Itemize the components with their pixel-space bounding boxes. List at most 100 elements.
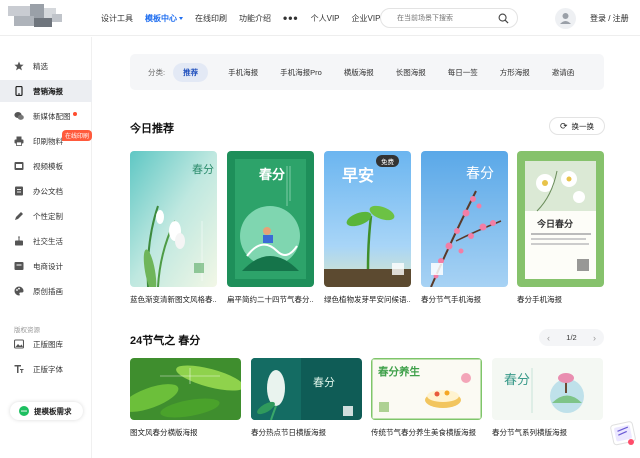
poster-text: 春分养生 [378, 365, 420, 378]
nav-personal-vip[interactable]: 个人VIP [311, 13, 340, 24]
poster-thumbnail: 春分 [251, 358, 362, 420]
landscape-template-title[interactable]: 传统节气春分养生美食横版海报 [371, 427, 476, 438]
template-card[interactable]: 今日春分 [517, 151, 604, 287]
landscape-template-title[interactable]: 春分热点节日横版海报 [251, 427, 326, 438]
sidebar-item-label: 新媒体配图 [33, 111, 71, 121]
sidebar-item-featured[interactable]: 精选 [0, 55, 92, 77]
more-icon[interactable]: ••• [283, 11, 299, 25]
landscape-template-title[interactable]: 春分节气系列横版海报 [492, 427, 567, 438]
poster-text: 春分 [258, 167, 285, 183]
category-daily-sign[interactable]: 每日一签 [448, 67, 478, 78]
main-nav: 设计工具 模板中心 在线印刷 功能介绍 ••• 个人VIP 企业VIP [101, 0, 392, 36]
landscape-template-card[interactable]: 春分养生 [371, 358, 482, 420]
template-card-title[interactable]: 蓝色渐变清新图文风格春... [130, 294, 217, 305]
category-mobile-poster[interactable]: 手机海报 [228, 67, 258, 78]
nav-online-print[interactable]: 在线印刷 [195, 13, 227, 24]
search-icon[interactable] [498, 13, 509, 24]
refresh-icon: ⟳ [559, 120, 568, 131]
site-logo[interactable] [8, 4, 72, 30]
sidebar-item-fonts[interactable]: 正版字体 [0, 358, 92, 380]
feedback-icon[interactable] [609, 418, 639, 448]
sidebar-item-label: 营销海报 [33, 86, 63, 96]
template-card[interactable]: 春分 [227, 151, 314, 287]
main-content: 分类: 推荐 手机海报 手机海报Pro 横版海报 长图海报 每日一签 方形海报 … [92, 37, 640, 458]
category-bar: 分类: 推荐 手机海报 手机海报Pro 横版海报 长图海报 每日一签 方形海报 … [130, 54, 604, 90]
nav-features[interactable]: 功能介绍 [239, 13, 271, 24]
chat-bubble-icon [19, 406, 29, 416]
printer-icon [14, 136, 24, 146]
pen-icon [15, 212, 23, 220]
font-icon [14, 365, 24, 373]
category-invitation[interactable]: 邀请函 [552, 67, 575, 78]
search-box [380, 8, 518, 28]
sidebar-item-custom[interactable]: 个性定制 [0, 205, 92, 227]
chevron-down-icon [179, 16, 183, 20]
sidebar-item-illustration[interactable]: 原创插画 [0, 280, 92, 302]
palette-icon [14, 286, 24, 296]
template-card-title[interactable]: 绿色植物发芽早安问候语... [324, 294, 411, 305]
nav-template-center[interactable]: 模板中心 [145, 13, 183, 24]
chat-icon [14, 112, 24, 120]
video-icon [14, 162, 24, 170]
search-input[interactable] [397, 12, 497, 25]
template-card[interactable]: 早安 免费 [324, 151, 411, 287]
template-card-title[interactable]: 扁平简约二十四节气春分... [227, 294, 314, 305]
sidebar-item-label: 正版字体 [33, 364, 63, 374]
landscape-template-card[interactable] [130, 358, 241, 420]
sidebar-item-ecommerce[interactable]: 电商设计 [0, 255, 92, 277]
template-card[interactable]: 春分 [130, 151, 217, 287]
online-print-badge: 在线印刷 [62, 130, 93, 141]
next-page-icon[interactable]: › [593, 333, 596, 343]
nav-enterprise-vip[interactable]: 企业VIP [352, 13, 381, 24]
sidebar-item-office-docs[interactable]: 办公文档 [0, 180, 92, 202]
shop-icon [14, 262, 24, 270]
image-icon [14, 339, 24, 349]
sidebar-item-social-life[interactable]: 社交生活 [0, 230, 92, 252]
landscape-template-title[interactable]: 图文风春分横版海报 [130, 427, 198, 438]
nav-design-tools[interactable]: 设计工具 [101, 13, 133, 24]
category-recommended[interactable]: 推荐 [173, 62, 209, 82]
star-icon [14, 61, 24, 71]
template-card[interactable]: 春分 [421, 151, 508, 287]
refresh-label: 换一换 [571, 121, 595, 131]
poster-text: 春分 [313, 376, 335, 389]
free-badge: 免费 [376, 155, 399, 167]
user-icon [560, 13, 571, 24]
poster-thumbnail: 春分养生 [371, 358, 482, 420]
category-mobile-poster-pro[interactable]: 手机海报Pro [280, 67, 322, 78]
sidebar-item-new-media[interactable]: 新媒体配图 [0, 105, 92, 127]
sidebar-item-label: 印刷物料 [33, 136, 63, 146]
template-card-title[interactable]: 春分手机海报 [517, 294, 604, 305]
landscape-template-card[interactable]: 春分 [492, 358, 603, 420]
template-card-title[interactable]: 春分节气手机海报 [421, 294, 508, 305]
sidebar: 精选 营销海报 新媒体配图 印刷物料 在线印刷 视频模板 办公文档 个性定制 社… [0, 37, 93, 458]
sidebar-item-stock-images[interactable]: 正版图库 [0, 333, 92, 355]
poster-thumbnail: 早安 [324, 151, 411, 287]
category-long-poster[interactable]: 长图海报 [396, 67, 426, 78]
poster-thumbnail: 春分 [227, 151, 314, 287]
cake-icon [15, 236, 23, 246]
nav-template-center-label: 模板中心 [145, 13, 177, 23]
page-indicator: 1/2 [566, 333, 577, 342]
sidebar-item-label: 正版图库 [33, 339, 63, 349]
refresh-button[interactable]: ⟳ 换一换 [549, 117, 605, 135]
poster-text: 春分 [504, 373, 530, 388]
poster-thumbnail: 今日春分 [517, 151, 604, 287]
sidebar-item-video-template[interactable]: 视频模板 [0, 155, 92, 177]
document-icon [15, 186, 23, 196]
sidebar-item-label: 个性定制 [33, 211, 63, 221]
prev-page-icon[interactable]: ‹ [547, 333, 550, 343]
landscape-template-card[interactable]: 春分 [251, 358, 362, 420]
sidebar-item-marketing-poster[interactable]: 营销海报 [0, 80, 92, 102]
category-square-poster[interactable]: 方形海报 [500, 67, 530, 78]
top-header: 设计工具 模板中心 在线印刷 功能介绍 ••• 个人VIP 企业VIP 登录 /… [0, 0, 640, 36]
poster-text: 春分 [466, 166, 494, 182]
sidebar-item-label: 视频模板 [33, 161, 63, 171]
today-recommend-title: 今日推荐 [130, 123, 174, 135]
notification-dot [72, 112, 77, 116]
avatar[interactable] [555, 8, 576, 29]
category-landscape-poster[interactable]: 横版海报 [344, 67, 374, 78]
request-template-button[interactable]: 提模板需求 [10, 402, 83, 420]
login-register-link[interactable]: 登录 / 注册 [590, 13, 629, 24]
sidebar-item-label: 电商设计 [33, 261, 63, 271]
